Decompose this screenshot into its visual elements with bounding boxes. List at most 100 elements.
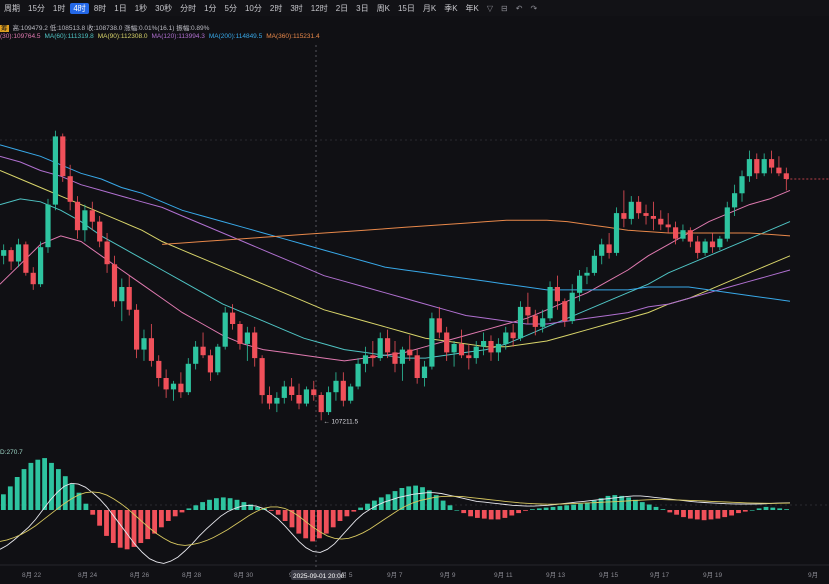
- candle-body: [399, 349, 405, 364]
- candle-body: [695, 241, 701, 253]
- macd-bar: [742, 510, 748, 512]
- candle-body: [156, 360, 162, 378]
- candle-body: [163, 378, 169, 390]
- candle-body: [436, 318, 442, 333]
- candle-body: [207, 355, 213, 373]
- macd-bar: [736, 510, 741, 514]
- macd-bar: [227, 498, 233, 510]
- candle-body: [104, 241, 110, 265]
- macd-bar: [633, 499, 638, 510]
- candle-body: [584, 272, 590, 276]
- macd-bar: [578, 503, 583, 510]
- macd-bar: [426, 490, 432, 510]
- candle-body: [178, 383, 184, 393]
- macd-bar: [35, 459, 41, 510]
- macd-bar: [681, 510, 686, 518]
- candle-body: [355, 363, 361, 387]
- candle-body: [746, 159, 752, 177]
- macd-bar: [516, 510, 521, 514]
- macd-bar: [550, 506, 556, 510]
- macd-bar: [406, 486, 412, 510]
- candle-body: [628, 201, 634, 219]
- macd-bar: [557, 506, 563, 510]
- macd-bar: [344, 510, 350, 517]
- candle-body: [754, 159, 760, 174]
- candle-body: [222, 312, 228, 347]
- candle-body: [466, 355, 472, 359]
- macd-bar: [399, 488, 405, 510]
- candle-body: [488, 341, 494, 353]
- price-chart[interactable]: ← 107211.58月 228月 248月 268月 288月 309月 39…: [0, 0, 829, 584]
- candle-body: [274, 397, 280, 404]
- candle-body: [97, 221, 103, 242]
- candle-body: [554, 287, 560, 302]
- macd-bar: [317, 510, 322, 539]
- candle-body: [89, 210, 95, 222]
- macd-bar: [268, 510, 274, 511]
- low-price-label: ← 107211.5: [323, 418, 358, 425]
- candle-body: [259, 358, 265, 396]
- candle-body: [495, 343, 501, 353]
- candle-body: [333, 380, 339, 393]
- macd-bar: [282, 510, 288, 521]
- candle-body: [377, 338, 383, 359]
- candle-body: [385, 338, 391, 353]
- macd-bar: [639, 502, 645, 510]
- macd-bar: [323, 510, 329, 534]
- candle-body: [370, 355, 376, 359]
- candle-body: [134, 309, 140, 350]
- macd-bar: [708, 510, 714, 520]
- macd-bar: [701, 510, 707, 521]
- macd-bar: [165, 510, 171, 521]
- macd-bar: [660, 509, 666, 510]
- candle-body: [74, 201, 81, 231]
- macd-bar: [584, 502, 590, 510]
- macd-bar: [749, 510, 755, 511]
- candle-body: [547, 287, 553, 319]
- candle-body: [281, 386, 287, 398]
- candle-body: [8, 250, 14, 262]
- candle-body: [673, 227, 679, 239]
- x-tick-label: 9月 15: [599, 571, 619, 579]
- candle-body: [569, 292, 575, 322]
- x-tick-label: 9月 7: [387, 571, 403, 579]
- candle-body: [591, 255, 597, 273]
- macd-bar: [571, 504, 576, 510]
- macd-bar: [763, 506, 769, 510]
- candle-body: [215, 346, 221, 373]
- macd-bar: [694, 510, 700, 520]
- candle-body: [606, 244, 612, 253]
- candle-body: [303, 389, 309, 404]
- candle-body: [289, 386, 295, 395]
- macd-bar: [420, 487, 425, 510]
- macd-bar: [591, 500, 597, 510]
- ma-line-ma90: [0, 170, 791, 348]
- candle-body: [266, 395, 273, 404]
- candle-body: [23, 244, 29, 273]
- candle-body: [126, 287, 132, 310]
- macd-bar: [468, 510, 473, 517]
- candle-body: [503, 332, 509, 344]
- candle-body: [244, 332, 250, 344]
- candle-body: [185, 363, 191, 393]
- x-tick-label: 8月 22: [22, 571, 42, 579]
- macd-bar: [413, 485, 418, 510]
- candle-body: [318, 395, 324, 413]
- macd-bar: [667, 510, 673, 513]
- macd-bar: [495, 510, 501, 520]
- macd-bar: [179, 510, 185, 513]
- macd-bar: [488, 510, 494, 520]
- macd-bar: [97, 510, 102, 526]
- macd-bar: [1, 494, 6, 510]
- macd-bar: [784, 509, 789, 510]
- candle-body: [599, 244, 605, 256]
- candle-body: [421, 366, 428, 378]
- macd-bar: [481, 510, 487, 519]
- candle-body: [52, 136, 58, 205]
- candle-body: [362, 355, 369, 364]
- macd-bar: [605, 495, 611, 510]
- candle-body: [348, 386, 354, 401]
- macd-bar: [159, 510, 164, 528]
- candle-body: [326, 392, 332, 413]
- macd-bar: [42, 458, 47, 510]
